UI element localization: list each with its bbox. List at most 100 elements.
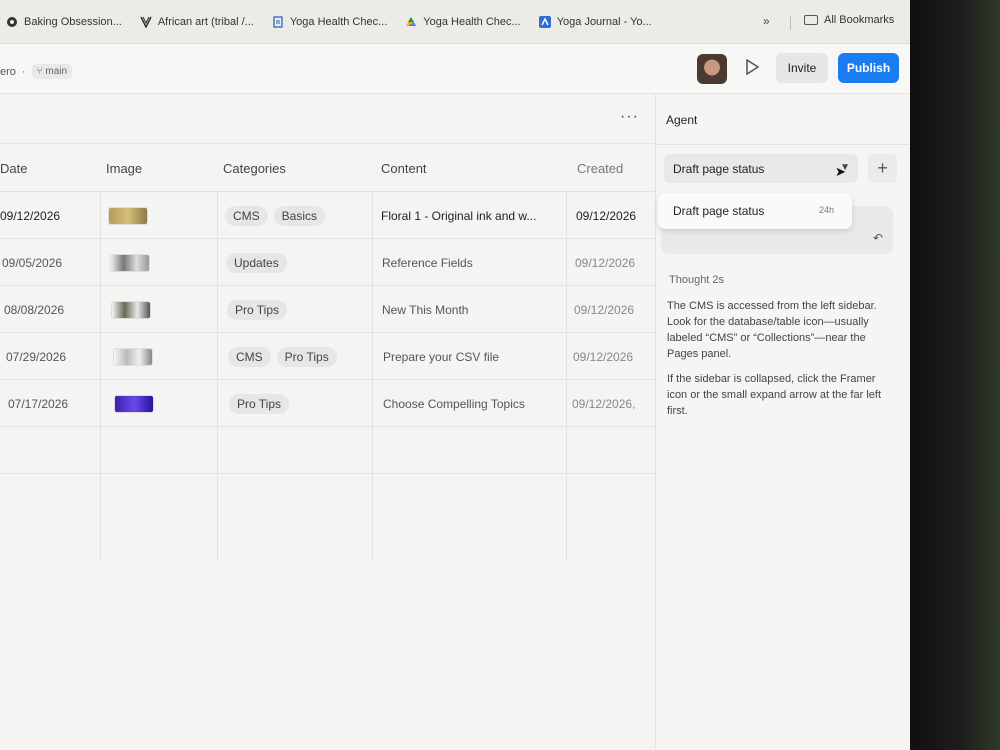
thumbnail-image <box>113 347 153 366</box>
created-cell: 09/12/2026 <box>573 349 634 364</box>
bookmark-yoga-journal[interactable]: Yoga Journal - Yo... <box>538 15 652 28</box>
project-name[interactable]: ero <box>0 66 16 78</box>
category-tag: Basics <box>273 205 326 226</box>
undo-icon[interactable]: ↶ <box>873 231 883 245</box>
mouse-cursor-icon: ➤ <box>835 164 846 179</box>
circle-logo-icon <box>6 16 18 28</box>
date-cell: 07/29/2026 <box>6 349 67 364</box>
categories-cell: Updates <box>226 239 293 286</box>
image-cell <box>113 333 153 380</box>
bookmark-yoga-health-2[interactable]: Yoga Health Chec... <box>405 15 521 28</box>
tribal-logo-icon <box>140 16 152 28</box>
preview-button[interactable] <box>740 57 764 81</box>
created-cell: 09/12/2026, <box>572 396 636 411</box>
bookmark-yoga-health-1[interactable]: Yoga Health Chec... <box>272 16 387 28</box>
bookmark-label: Baking Obsession... <box>24 15 122 28</box>
new-chat-button[interactable]: + <box>868 154 897 183</box>
created-cell: 09/12/2026 <box>576 208 637 223</box>
column-header-categories[interactable]: Categories <box>223 161 286 176</box>
bookmark-label: African art (tribal /... <box>157 15 254 28</box>
agent-response-paragraph: If the sidebar is collapsed, click the F… <box>667 373 881 417</box>
app-header: ero · ⑂ main Invite Publish <box>0 44 910 94</box>
thumbnail-image <box>114 394 154 413</box>
breadcrumb: ero · ⑂ main <box>0 64 73 79</box>
thumbnail-image <box>108 206 148 225</box>
content-cell: Prepare your CSV file <box>383 349 500 364</box>
play-icon <box>745 58 760 80</box>
cms-table: ··· Date Image Categories Content Create… <box>0 94 655 750</box>
bookmark-label: Yoga Health Chec... <box>423 15 521 28</box>
bookmark-label: Yoga Journal - Yo... <box>556 15 652 28</box>
branch-badge[interactable]: ⑂ main <box>31 64 73 79</box>
thumbnail-image <box>110 253 150 272</box>
categories-cell: Pro Tips <box>227 286 293 333</box>
agent-response-paragraph: The CMS is accessed from the left sideba… <box>667 300 877 360</box>
folder-icon <box>804 15 818 25</box>
breadcrumb-separator: · <box>21 65 26 78</box>
bookmark-african-art[interactable]: African art (tribal /... <box>140 16 254 28</box>
categories-cell: CMS Pro Tips <box>228 333 343 380</box>
monitor-bezel <box>910 0 1000 750</box>
date-cell: 07/17/2026 <box>8 396 69 411</box>
bookmark-label: Yoga Health Chec... <box>289 15 388 28</box>
table-row[interactable]: 09/05/2026 Updates Reference Fields 09/1… <box>0 239 655 286</box>
image-cell <box>110 239 150 286</box>
doc-icon <box>272 15 284 28</box>
branch-label: main <box>45 66 68 77</box>
category-tag: Pro Tips <box>276 346 337 367</box>
created-cell: 09/12/2026 <box>574 302 635 317</box>
empty-table-row[interactable] <box>0 427 655 474</box>
browser-screen: Baking Obsession... African art (tribal … <box>0 0 910 750</box>
table-header: Date Image Categories Content Created <box>0 144 655 192</box>
content-cell: Choose Compelling Topics <box>383 396 525 411</box>
invite-button[interactable]: Invite <box>776 53 828 83</box>
column-header-date[interactable]: Date <box>0 161 27 176</box>
table-row[interactable]: 07/17/2026 Pro Tips Choose Compelling To… <box>0 380 655 427</box>
table-row[interactable]: 07/29/2026 CMS Pro Tips Prepare your CSV… <box>0 333 655 380</box>
drive-icon <box>405 16 417 28</box>
avatar[interactable] <box>697 54 727 84</box>
date-cell: 09/05/2026 <box>2 255 63 270</box>
journal-icon <box>538 15 551 28</box>
bookmarks-bar: Baking Obsession... African art (tribal … <box>0 0 910 44</box>
content-cell: New This Month <box>382 302 469 317</box>
category-tag: Pro Tips <box>227 299 288 320</box>
content-cell: Floral 1 - Original ink and w... <box>381 208 537 223</box>
bookmark-baking[interactable]: Baking Obsession... <box>6 16 122 28</box>
panel-divider <box>656 144 910 145</box>
image-cell <box>108 192 148 239</box>
thumbnail-image <box>111 300 151 319</box>
more-options-button[interactable]: ··· <box>620 108 639 126</box>
thought-label: Thought 2s <box>669 274 725 286</box>
dropdown-option[interactable]: Draft page status 24h <box>658 193 852 229</box>
select-value: Draft page status <box>673 161 765 176</box>
date-cell: 09/12/2026 <box>0 208 61 223</box>
publish-button[interactable]: Publish <box>838 53 899 83</box>
categories-cell: Pro Tips <box>229 380 295 427</box>
column-header-content[interactable]: Content <box>381 161 427 176</box>
agent-title: Agent <box>666 113 698 127</box>
all-bookmarks-label: All Bookmarks <box>824 14 895 26</box>
created-cell: 09/12/2026 <box>575 255 636 270</box>
date-cell: 08/08/2026 <box>4 302 65 317</box>
category-tag: Updates <box>226 252 287 273</box>
category-tag: CMS <box>228 346 271 367</box>
all-bookmarks-button[interactable]: All Bookmarks <box>804 14 894 26</box>
more-bookmarks-button[interactable]: » <box>763 14 770 28</box>
agent-panel: Agent Draft page status ▼ + ↶ Draft page… <box>655 94 910 750</box>
image-cell <box>114 380 154 427</box>
table-row[interactable]: 09/12/2026 CMS Basics Floral 1 - Origina… <box>0 192 655 239</box>
plus-icon: + <box>877 158 888 178</box>
bookmarks-separator <box>790 16 791 30</box>
column-header-created[interactable]: Created <box>577 161 623 176</box>
content-cell: Reference Fields <box>382 255 473 270</box>
dropdown-option-age: 24h <box>818 205 834 215</box>
image-cell <box>111 286 151 333</box>
category-tag: CMS <box>225 205 268 226</box>
conversation-select[interactable]: Draft page status ▼ <box>664 154 858 183</box>
table-toolbar: ··· <box>0 94 655 144</box>
table-row[interactable]: 08/08/2026 Pro Tips New This Month 09/12… <box>0 286 655 333</box>
categories-cell: CMS Basics <box>225 192 331 239</box>
column-header-image[interactable]: Image <box>106 161 142 176</box>
category-tag: Pro Tips <box>229 393 290 414</box>
